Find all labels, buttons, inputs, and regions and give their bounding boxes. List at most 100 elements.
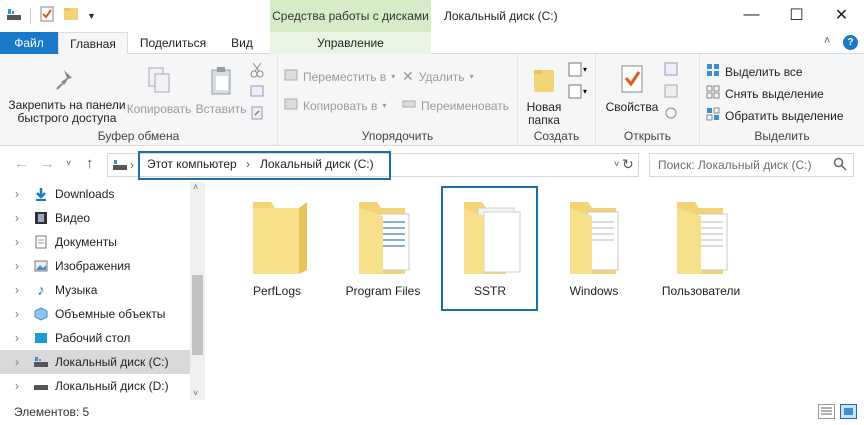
new-folder-qat-icon[interactable] <box>63 6 79 25</box>
tab-share[interactable]: Поделиться <box>130 32 216 54</box>
sidebar-item-label: Локальный диск (D:) <box>55 379 169 393</box>
move-to-icon <box>284 68 298 85</box>
pictures-icon <box>33 258 49 274</box>
folder-icon <box>677 202 728 274</box>
scroll-down-icon[interactable]: ˅ <box>193 388 198 398</box>
desktop-icon <box>33 330 49 346</box>
folder-icon <box>253 202 307 274</box>
recent-locations-icon[interactable]: ˅ <box>66 158 71 168</box>
new-item-icon[interactable]: ▾ <box>568 62 590 81</box>
open-group: Свойства Открыть <box>596 54 700 146</box>
selected-folder-highlight <box>441 186 538 311</box>
tab-home[interactable]: Главная <box>58 32 128 55</box>
paste-shortcut-icon[interactable] <box>250 106 264 123</box>
large-icons-view-icon[interactable] <box>840 404 857 419</box>
sidebar-item-documents[interactable]: › Документы <box>0 230 190 254</box>
paste-button[interactable]: Вставить <box>192 66 250 116</box>
sidebar-item-music[interactable]: › ♪ Музыка <box>0 278 190 302</box>
sidebar-item-drive-d[interactable]: › Локальный диск (D:) <box>0 374 190 398</box>
sidebar-item-label: Документы <box>55 235 117 249</box>
search-input[interactable]: Поиск: Локальный диск (C:) <box>649 153 854 177</box>
address-separator-icon: › <box>130 158 134 172</box>
sidebar-item-label: Downloads <box>55 187 115 201</box>
paste-icon <box>208 66 234 99</box>
window-title: Локальный диск (C:) <box>444 9 558 23</box>
maximize-button[interactable]: ☐ <box>774 0 819 30</box>
select-none-icon <box>706 85 720 102</box>
copy-label: Копировать <box>126 102 192 116</box>
tab-manage[interactable]: Управление <box>270 32 431 54</box>
title-bar: ▼ Средства работы с дисками Локальный ди… <box>0 0 864 32</box>
copy-button[interactable]: Копировать <box>126 66 192 116</box>
tab-view[interactable]: Вид <box>218 32 266 54</box>
invert-selection-button[interactable]: Обратить выделение <box>706 107 844 124</box>
properties-button[interactable]: Свойства <box>604 64 660 114</box>
back-arrow-icon[interactable]: ← <box>14 155 29 172</box>
new-folder-button[interactable]: Новая папка <box>522 66 566 127</box>
history-icon[interactable] <box>664 106 678 123</box>
rename-button[interactable]: Переименовать <box>402 97 509 114</box>
clipboard-group: Закрепить на панели быстрого доступа Коп… <box>0 54 278 146</box>
tab-file[interactable]: Файл <box>0 32 58 54</box>
pin-quick-access-button[interactable]: Закрепить на панели быстрого доступа <box>6 66 128 125</box>
copy-path-icon[interactable] <box>250 84 264 101</box>
sidebar-item-drive-c[interactable]: › Локальный диск (C:) <box>0 350 190 374</box>
sidebar-item-desktop[interactable]: › Рабочий стол <box>0 326 190 350</box>
properties-qat-icon[interactable] <box>39 6 55 25</box>
up-arrow-icon[interactable]: ↑ <box>86 155 94 172</box>
qat-dropdown-icon[interactable]: ▼ <box>87 11 96 21</box>
select-none-label: Снять выделение <box>725 86 824 101</box>
scroll-up-icon[interactable]: ˄ <box>193 182 198 192</box>
refresh-icon[interactable]: ↻ <box>622 156 634 173</box>
properties-icon <box>619 64 645 97</box>
delete-button[interactable]: ✕ Удалить ▾ <box>402 68 474 85</box>
organize-group: Переместить в ▾ Копировать в ▾ ✕ Удалить… <box>278 54 518 146</box>
invert-selection-icon <box>706 107 720 124</box>
navigation-bar: ← → ˅ ↑ › ˅ Этот компьютер › Локальный д… <box>0 146 864 182</box>
minimize-button[interactable]: — <box>729 0 774 30</box>
details-view-icon[interactable] <box>818 404 835 419</box>
help-icon[interactable]: ? <box>843 35 858 50</box>
search-icon <box>833 157 847 174</box>
collapse-ribbon-icon[interactable]: ˄ <box>824 35 830 47</box>
item-count: Элементов: 5 <box>14 405 90 419</box>
copy-to-button[interactable]: Копировать в ▾ <box>284 97 386 114</box>
ribbon-tabs: Файл Главная Поделиться Вид Управление ˄ <box>0 32 864 55</box>
documents-icon <box>33 234 49 250</box>
sidebar-item-label: Музыка <box>55 283 98 297</box>
sidebar-scroll-thumb[interactable] <box>192 275 203 355</box>
clipboard-group-label: Буфер обмена <box>97 129 180 143</box>
forward-arrow-icon[interactable]: → <box>40 155 55 172</box>
select-group-label: Выделить <box>754 129 810 143</box>
sidebar-item-pictures[interactable]: › Изображения <box>0 254 190 278</box>
folder-item[interactable]: Program Files <box>335 188 431 308</box>
move-to-button[interactable]: Переместить в ▾ <box>284 68 395 85</box>
easy-access-icon[interactable]: ▾ <box>568 84 590 103</box>
sidebar-item-video[interactable]: › Видео <box>0 206 190 230</box>
select-all-button[interactable]: Выделить все <box>706 63 803 80</box>
properties-label: Свойства <box>605 100 659 114</box>
select-none-button[interactable]: Снять выделение <box>706 85 824 102</box>
folder-item[interactable]: Windows <box>546 188 642 308</box>
open-icon[interactable] <box>664 62 678 79</box>
copy-to-icon <box>284 97 298 114</box>
edit-icon[interactable] <box>664 84 678 101</box>
folder-label: Program Files <box>345 284 421 298</box>
folder-label: PerfLogs <box>252 284 302 298</box>
folder-item[interactable]: Пользователи <box>653 188 749 308</box>
address-highlight-box <box>138 151 391 180</box>
close-button[interactable]: ✕ <box>819 0 864 30</box>
sidebar-item-label: Объемные объекты <box>55 307 166 321</box>
address-dropdown-icon[interactable]: ˅ <box>614 159 619 169</box>
folder-item[interactable]: PerfLogs <box>229 188 325 308</box>
select-group: Выделить все Снять выделение Обратить вы… <box>700 54 864 146</box>
svg-text:▾: ▾ <box>583 65 587 74</box>
ribbon: Закрепить на панели быстрого доступа Коп… <box>0 54 864 146</box>
rename-icon <box>402 97 416 114</box>
sidebar-item-downloads[interactable]: › Downloads <box>0 182 190 206</box>
sidebar-item-3d-objects[interactable]: › Объемные объекты <box>0 302 190 326</box>
cut-icon[interactable] <box>250 62 264 81</box>
new-folder-icon <box>532 66 556 97</box>
search-placeholder: Поиск: Локальный диск (C:) <box>658 158 812 172</box>
pin-icon <box>54 66 80 95</box>
